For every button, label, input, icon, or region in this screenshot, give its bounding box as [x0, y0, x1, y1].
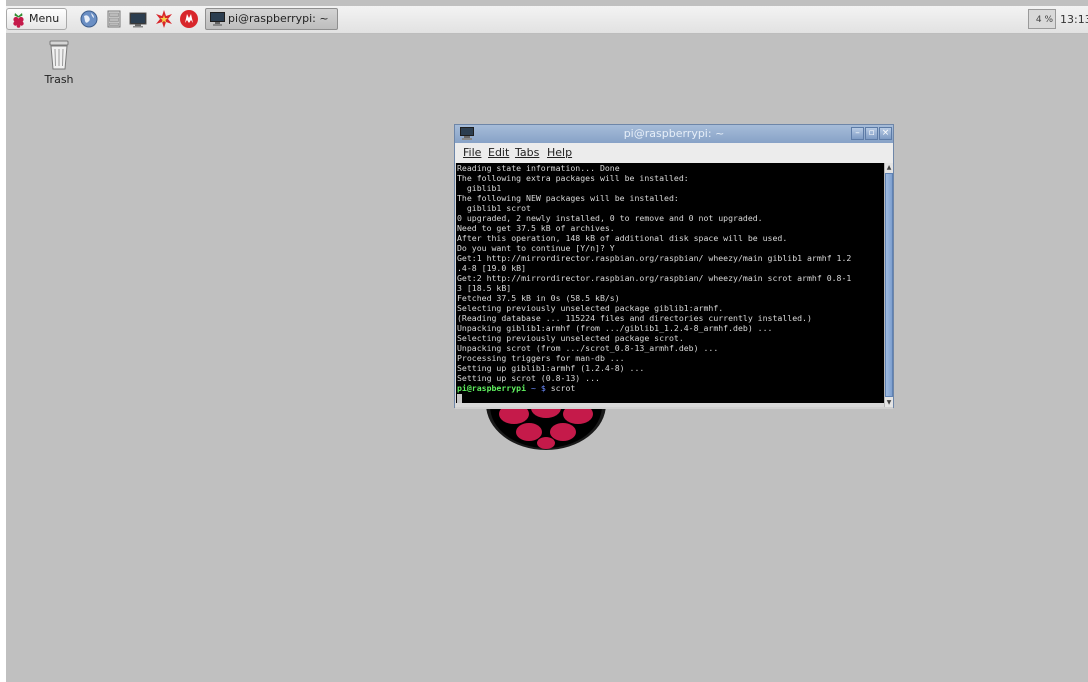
- trash-icon[interactable]: [44, 39, 74, 71]
- cpu-usage-label: 4 %: [1035, 15, 1053, 25]
- scroll-down-arrow-icon[interactable]: ▼: [885, 398, 893, 407]
- scrollbar-thumb[interactable]: [885, 173, 893, 397]
- taskbar: Menu pi@raspberrypi: ~ 4 % 13:1: [6, 6, 1088, 34]
- menu-help[interactable]: Help: [547, 143, 572, 163]
- terminal-output-lines: Reading state information... Done The fo…: [457, 163, 852, 383]
- task-label: pi@raspberrypi: ~: [228, 12, 329, 25]
- terminal-menubar: File Edit Tabs Help: [455, 143, 893, 163]
- prompt-symbol: $: [540, 383, 546, 393]
- terminal-bottom-edge: [455, 407, 893, 409]
- terminal-prompt-line: pi@raspberrypi ~ $ scrot: [456, 383, 884, 393]
- web-browser-icon[interactable]: [79, 9, 99, 29]
- mathematica-icon[interactable]: [154, 9, 174, 29]
- clock[interactable]: 13:13: [1060, 6, 1088, 33]
- terminal-window[interactable]: pi@raspberrypi: ~ – ▫ × File Edit Tabs H…: [454, 124, 894, 409]
- menu-label: Menu: [29, 12, 60, 25]
- menu-edit[interactable]: Edit: [488, 143, 509, 163]
- terminal-icon: [210, 12, 225, 26]
- taskbar-terminal-task[interactable]: pi@raspberrypi: ~: [205, 8, 338, 30]
- terminal-cursor: [457, 394, 462, 403]
- prompt-user: pi@raspberrypi: [457, 383, 527, 393]
- menu-tabs[interactable]: Tabs: [515, 143, 539, 163]
- desktop[interactable]: Menu pi@raspberrypi: ~ 4 % 13:1 Trash pi…: [6, 0, 1088, 682]
- wolfram-icon[interactable]: [179, 9, 199, 29]
- terminal-scrollbar[interactable]: ▲ ▼: [884, 163, 893, 407]
- scroll-up-arrow-icon[interactable]: ▲: [885, 163, 893, 172]
- terminal-title: pi@raspberrypi: ~: [623, 127, 725, 140]
- close-button[interactable]: ×: [879, 127, 892, 140]
- minimize-button[interactable]: –: [851, 127, 864, 140]
- menu-button[interactable]: Menu: [6, 8, 67, 30]
- prompt-command: scrot: [550, 383, 576, 393]
- trash-label[interactable]: Trash: [32, 73, 86, 86]
- maximize-button[interactable]: ▫: [865, 127, 878, 140]
- prompt-path: ~: [530, 383, 536, 393]
- cpu-usage-monitor[interactable]: 4 %: [1028, 9, 1056, 29]
- terminal-titlebar[interactable]: pi@raspberrypi: ~ – ▫ ×: [455, 125, 893, 143]
- file-manager-icon[interactable]: [104, 9, 124, 29]
- raspberry-icon: [13, 13, 24, 28]
- menu-file[interactable]: File: [463, 143, 481, 163]
- terminal-output[interactable]: Reading state information... Done The fo…: [456, 163, 884, 403]
- terminal-icon[interactable]: [128, 9, 148, 29]
